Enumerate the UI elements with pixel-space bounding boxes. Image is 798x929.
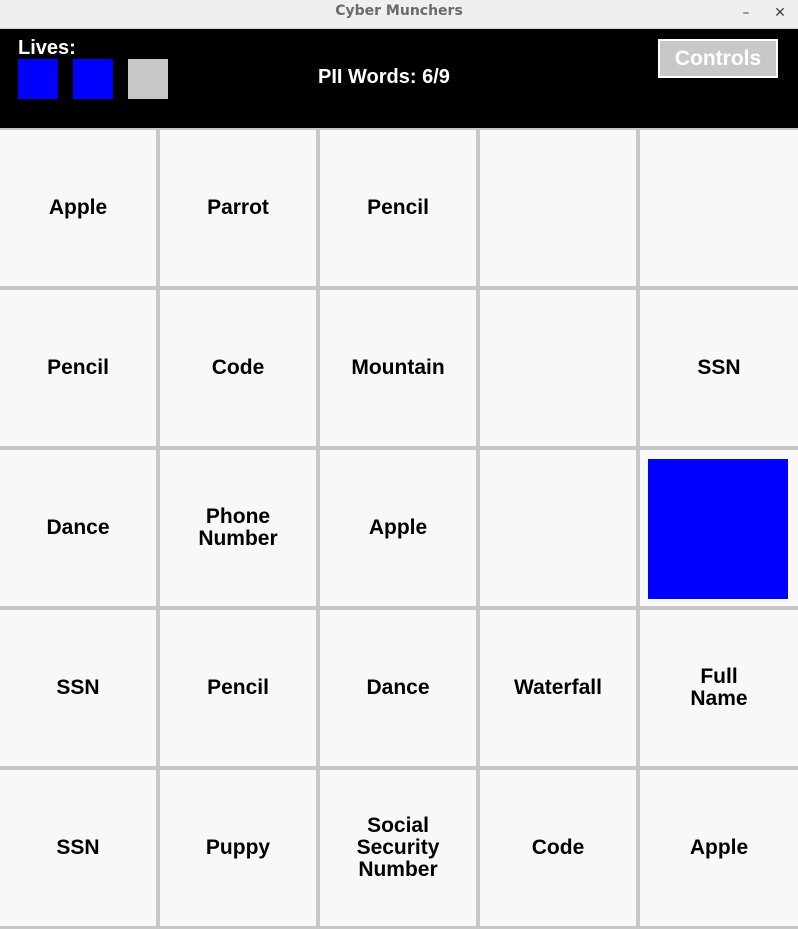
title-bar: Cyber Munchers – ✕ bbox=[0, 0, 798, 29]
cell-word: Parrot bbox=[207, 196, 269, 219]
cell-word: Apple bbox=[689, 836, 749, 859]
cell-word: Pencil bbox=[207, 676, 269, 699]
minimize-button[interactable]: – bbox=[736, 2, 756, 24]
game-board: Apple Parrot Pencil Pencil Code Mountain SSN Da… bbox=[0, 128, 798, 929]
cell-word: SSN bbox=[56, 676, 100, 699]
board-cell[interactable]: SSN bbox=[0, 610, 156, 766]
board-cell[interactable]: Pencil bbox=[320, 130, 476, 286]
board-cell[interactable]: Social Security Number bbox=[320, 770, 476, 926]
board-cell[interactable]: Puppy bbox=[160, 770, 316, 926]
board-cell[interactable]: Pencil bbox=[160, 610, 316, 766]
board-cell[interactable]: Code bbox=[480, 770, 636, 926]
board-cell[interactable]: Dance bbox=[320, 610, 476, 766]
cell-word: Waterfall bbox=[514, 676, 602, 699]
cell-word: SSN bbox=[56, 836, 100, 859]
cell-word: Mountain bbox=[351, 356, 445, 379]
board-cell[interactable]: Dance bbox=[0, 450, 156, 606]
board-cell[interactable] bbox=[480, 130, 636, 286]
lives-label: Lives: bbox=[18, 37, 76, 59]
cell-word: Dance bbox=[366, 676, 430, 699]
board-cell[interactable]: SSN bbox=[640, 290, 798, 446]
cell-word: Full Name bbox=[690, 665, 748, 710]
board-cell[interactable]: Full Name bbox=[640, 610, 798, 766]
close-button[interactable]: ✕ bbox=[770, 2, 790, 24]
board-cell[interactable]: Apple bbox=[320, 450, 476, 606]
board-cell[interactable] bbox=[480, 450, 636, 606]
board-cell[interactable]: Apple bbox=[0, 130, 156, 286]
player-muncher bbox=[648, 459, 788, 599]
board-cell[interactable]: Mountain bbox=[320, 290, 476, 446]
cell-word: Pencil bbox=[47, 356, 109, 379]
hud-bar: Lives: PII Words: 6/9 Controls bbox=[0, 29, 798, 128]
board-cell[interactable]: Apple bbox=[640, 770, 798, 926]
cell-word: Code bbox=[211, 356, 265, 379]
cell-word: Phone Number bbox=[198, 505, 278, 550]
board-cell[interactable]: Pencil bbox=[0, 290, 156, 446]
board-cell[interactable]: Code bbox=[160, 290, 316, 446]
pii-word-counter: PII Words: 6/9 bbox=[318, 66, 450, 88]
cell-word: Pencil bbox=[367, 196, 429, 219]
window-title: Cyber Munchers bbox=[335, 3, 463, 19]
cell-word: Puppy bbox=[205, 836, 271, 859]
cell-word: Apple bbox=[48, 196, 108, 219]
cell-word: Apple bbox=[368, 516, 428, 539]
controls-button[interactable]: Controls bbox=[658, 39, 778, 78]
life-indicator-2 bbox=[73, 59, 113, 99]
cell-word: SSN bbox=[697, 356, 741, 379]
cell-word: Dance bbox=[46, 516, 110, 539]
cell-word: Social Security Number bbox=[356, 814, 440, 881]
cell-word: Code bbox=[531, 836, 585, 859]
board-cell[interactable]: Parrot bbox=[160, 130, 316, 286]
life-indicator-3 bbox=[128, 59, 168, 99]
board-cell[interactable]: Phone Number bbox=[160, 450, 316, 606]
board-cell[interactable] bbox=[640, 130, 798, 286]
board-cell[interactable]: SSN bbox=[0, 770, 156, 926]
board-cell[interactable]: Waterfall bbox=[480, 610, 636, 766]
board-cell[interactable] bbox=[480, 290, 636, 446]
life-indicator-1 bbox=[18, 59, 58, 99]
